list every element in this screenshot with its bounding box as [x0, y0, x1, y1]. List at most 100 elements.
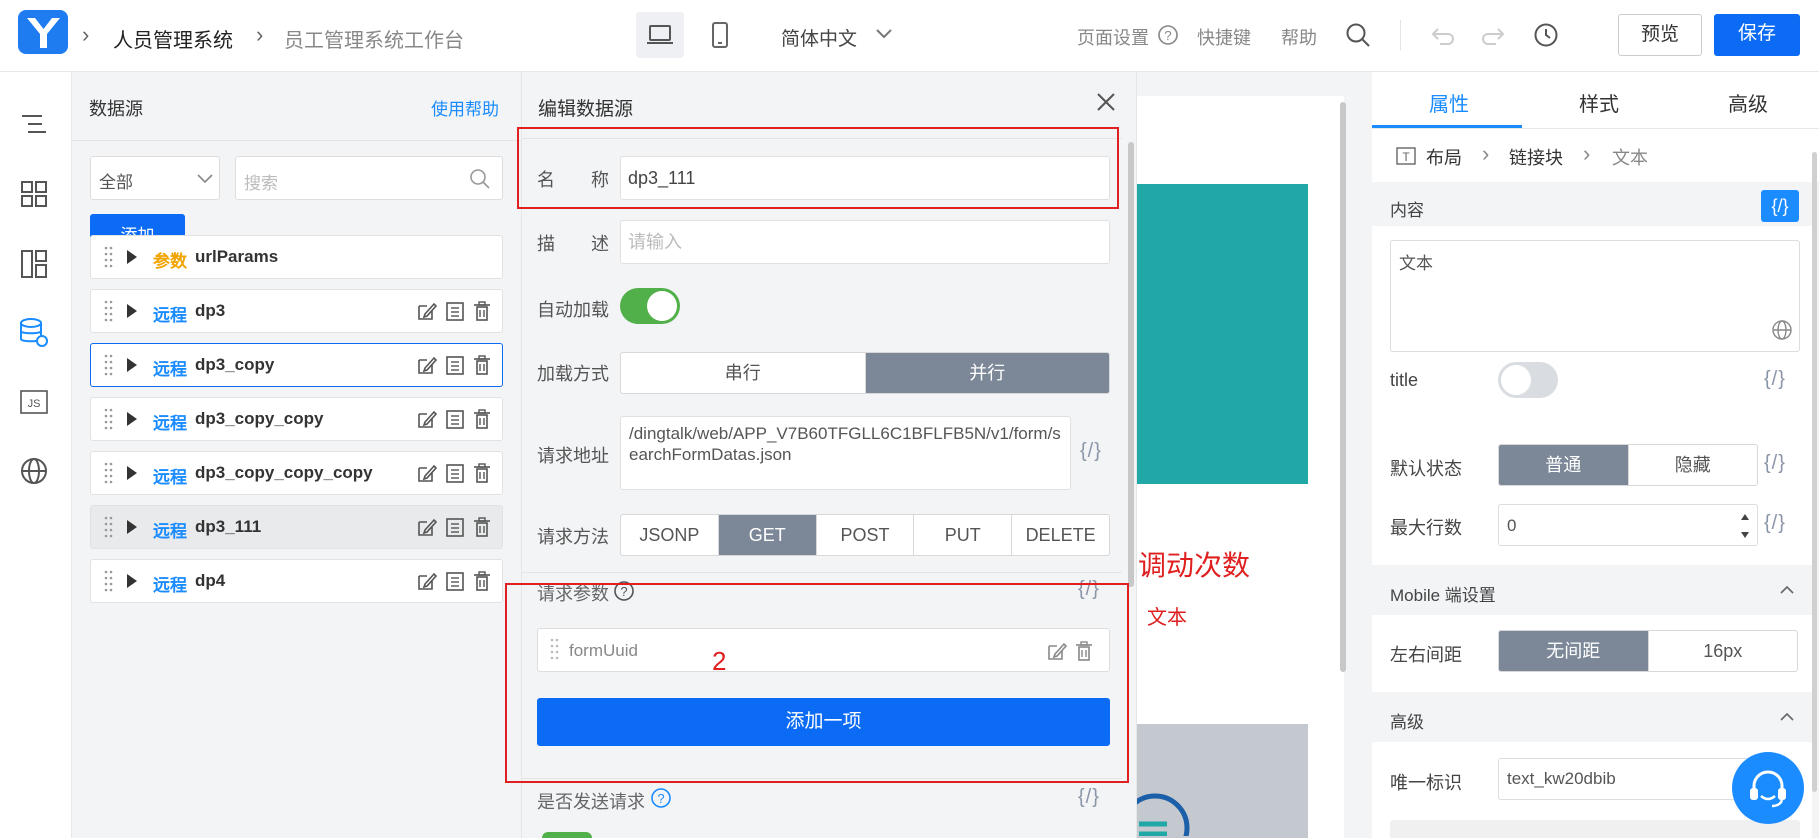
- method-option[interactable]: JSONP: [621, 515, 719, 555]
- url-input[interactable]: /dingtalk/web/APP_V7B60TFGLL6C1BFLFB5N/v…: [620, 416, 1071, 490]
- tab-advanced[interactable]: 高级: [1728, 88, 1768, 117]
- mobile-section-header[interactable]: Mobile 端设置: [1372, 565, 1812, 615]
- datasource-item[interactable]: 参数 urlParams: [90, 235, 503, 279]
- method-option[interactable]: POST: [817, 515, 915, 555]
- drag-handle-icon[interactable]: [104, 299, 114, 325]
- advanced-section-header[interactable]: 高级: [1372, 692, 1812, 742]
- trash-icon[interactable]: [472, 462, 492, 484]
- trash-icon[interactable]: [472, 354, 492, 376]
- expand-triangle-icon[interactable]: [127, 358, 137, 372]
- drag-handle-icon[interactable]: [104, 353, 114, 379]
- scrollbar[interactable]: [1812, 152, 1817, 792]
- load-mode-option[interactable]: 串行: [621, 353, 866, 393]
- mobile-view-button[interactable]: [700, 12, 740, 58]
- layout-template-icon[interactable]: [20, 249, 48, 284]
- datasource-database-icon[interactable]: [18, 317, 50, 354]
- customer-support-button[interactable]: [1732, 752, 1804, 824]
- uid-input[interactable]: text_kw20dbib: [1498, 758, 1758, 800]
- redo-icon[interactable]: [1480, 22, 1508, 53]
- copy-icon[interactable]: [444, 300, 466, 322]
- chevron-down-icon[interactable]: [875, 27, 893, 45]
- drag-handle-icon[interactable]: [104, 245, 114, 271]
- help-circle-icon[interactable]: ?: [650, 787, 672, 814]
- edit-icon[interactable]: [416, 408, 438, 430]
- datasource-item[interactable]: 远程 dp3: [90, 289, 503, 333]
- copy-icon[interactable]: [444, 462, 466, 484]
- description-input[interactable]: 请输入: [620, 220, 1110, 264]
- preview-button[interactable]: 预览: [1618, 14, 1702, 56]
- help-link[interactable]: 使用帮助: [431, 95, 499, 120]
- app-logo-icon[interactable]: [18, 10, 68, 54]
- variable-binding-button[interactable]: {/}: [1764, 452, 1786, 475]
- variable-binding-button[interactable]: {/}: [1764, 512, 1786, 535]
- language-select[interactable]: 简体中文: [781, 24, 857, 51]
- app-name-link[interactable]: 人员管理系统: [113, 24, 233, 53]
- globe-icon[interactable]: [1771, 319, 1793, 341]
- search-input[interactable]: 搜索: [235, 156, 503, 200]
- stepper-icon[interactable]: [1739, 511, 1751, 541]
- padding-option[interactable]: 无间距: [1499, 631, 1649, 671]
- expand-triangle-icon[interactable]: [127, 574, 137, 588]
- copy-icon[interactable]: [444, 354, 466, 376]
- expand-triangle-icon[interactable]: [127, 466, 137, 480]
- breadcrumb-item[interactable]: 链接块: [1509, 144, 1563, 170]
- autoload-toggle[interactable]: [620, 288, 680, 324]
- chevron-up-icon[interactable]: [1780, 712, 1794, 722]
- expand-triangle-icon[interactable]: [127, 250, 137, 264]
- edit-icon[interactable]: [416, 570, 438, 592]
- send-request-toggle[interactable]: [542, 832, 592, 838]
- edit-icon[interactable]: [416, 300, 438, 322]
- expand-triangle-icon[interactable]: [127, 520, 137, 534]
- expand-triangle-icon[interactable]: [127, 304, 137, 318]
- content-textarea[interactable]: 文本: [1390, 240, 1800, 352]
- globe-icon[interactable]: [20, 457, 48, 490]
- tab-properties[interactable]: 属性: [1429, 88, 1469, 117]
- help-circle-icon[interactable]: ?: [1157, 24, 1179, 51]
- datasource-item[interactable]: 远程 dp3_copy_copy: [90, 397, 503, 441]
- drag-handle-icon[interactable]: [104, 515, 114, 541]
- help-link[interactable]: 帮助: [1281, 24, 1317, 50]
- variable-binding-button[interactable]: {/}: [1761, 190, 1799, 222]
- variable-binding-button[interactable]: {/}: [1078, 786, 1100, 809]
- scrollbar[interactable]: [1340, 102, 1346, 672]
- datasource-item[interactable]: 远程 dp3_111: [90, 505, 503, 549]
- filter-select[interactable]: 全部: [90, 156, 220, 200]
- save-button[interactable]: 保存: [1714, 14, 1800, 56]
- shortcuts-link[interactable]: 快捷键: [1197, 24, 1251, 50]
- breadcrumb-item[interactable]: 布局: [1426, 144, 1462, 170]
- method-option[interactable]: GET: [718, 515, 817, 555]
- tab-style[interactable]: 样式: [1579, 88, 1619, 117]
- edit-icon[interactable]: [416, 354, 438, 376]
- method-option[interactable]: DELETE: [1012, 515, 1109, 555]
- copy-icon[interactable]: [444, 408, 466, 430]
- trash-icon[interactable]: [472, 408, 492, 430]
- drag-handle-icon[interactable]: [104, 569, 114, 595]
- edit-icon[interactable]: [416, 462, 438, 484]
- datasource-item[interactable]: 远程 dp3_copy_copy_copy: [90, 451, 503, 495]
- datasource-item[interactable]: 远程 dp4: [90, 559, 503, 603]
- close-icon[interactable]: [1094, 90, 1118, 119]
- history-clock-icon[interactable]: [1533, 22, 1559, 53]
- drag-handle-icon[interactable]: [104, 407, 114, 433]
- page-settings-link[interactable]: 页面设置: [1077, 24, 1149, 50]
- search-icon[interactable]: [1345, 22, 1371, 53]
- teal-block[interactable]: [1137, 184, 1308, 484]
- copy-icon[interactable]: [444, 516, 466, 538]
- trash-icon[interactable]: [472, 570, 492, 592]
- datasource-item[interactable]: 远程 dp3_copy: [90, 343, 503, 387]
- outline-tree-icon[interactable]: [20, 112, 48, 143]
- padding-option[interactable]: 16px: [1649, 631, 1798, 671]
- drag-handle-icon[interactable]: [104, 461, 114, 487]
- method-option[interactable]: PUT: [914, 515, 1013, 555]
- max-rows-input[interactable]: 0: [1498, 504, 1758, 546]
- trash-icon[interactable]: [472, 516, 492, 538]
- desktop-view-button[interactable]: [636, 12, 684, 58]
- scrollbar[interactable]: [1128, 142, 1134, 587]
- trash-icon[interactable]: [472, 300, 492, 322]
- variable-binding-button[interactable]: {/}: [1080, 440, 1102, 463]
- load-mode-option[interactable]: 并行: [865, 353, 1109, 393]
- title-toggle[interactable]: [1498, 362, 1558, 398]
- canvas-text-component[interactable]: 文本: [1147, 601, 1187, 630]
- components-grid-icon[interactable]: [20, 180, 48, 213]
- chevron-up-icon[interactable]: [1780, 585, 1794, 595]
